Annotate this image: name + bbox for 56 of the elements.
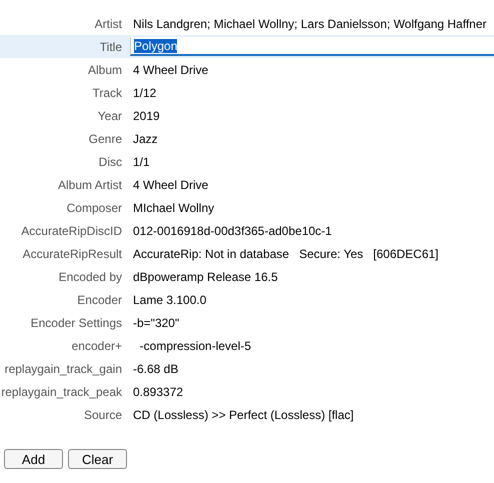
tag-label: AccurateRipDiscID — [20, 224, 122, 238]
tag-label: encoder+ — [70, 338, 122, 352]
tag-label: Track — [91, 86, 122, 100]
tag-label: AccurateRipResult — [22, 246, 122, 260]
tag-value: 1/12 — [133, 86, 156, 100]
tag-label: Artist — [94, 16, 122, 30]
tag-row[interactable]: Encoded by dBpoweramp Release 16.5 — [0, 265, 494, 288]
action-button[interactable]: Clear — [68, 449, 127, 469]
tag-label: Album — [86, 62, 122, 76]
tag-value: 0.893372 — [133, 384, 184, 398]
tag-value: -6.68 dB — [133, 362, 178, 376]
tag-label: Encoder — [76, 292, 122, 306]
tag-value: AccurateRip: Not in database Secure: Yes [606DEC61] — [133, 246, 439, 260]
tag-label: Title — [98, 40, 122, 54]
action-button[interactable]: Add — [4, 449, 63, 469]
tag-label: Album Artist — [56, 178, 122, 192]
tag-row[interactable]: replaygain_track_peak 0.893372 — [0, 380, 494, 403]
tag-row[interactable]: Title Polygon — [0, 35, 494, 58]
tag-value: Jazz — [133, 132, 158, 146]
tag-value: -b="320" — [133, 316, 180, 330]
tag-value: CD (Lossless) >> Perfect (Lossless) [flac] — [133, 408, 354, 422]
tag-label: replaygain_track_peak — [0, 384, 122, 398]
tag-row[interactable]: AccurateRipDiscID 012-0016918d-00d3f365-ad0be10c-1 — [0, 219, 494, 242]
tag-value: Nils Landgren; Michael Wollny; Lars Danielsson; Wolfgang Haffner — [133, 16, 487, 30]
tag-row[interactable]: Encoder Settings -b="320" — [0, 311, 494, 334]
input-field[interactable]: Polygon — [130, 37, 494, 56]
tag-row[interactable]: Album 4 Wheel Drive — [0, 58, 494, 81]
tag-label: Encoder Settings — [30, 316, 122, 330]
tag-label: Composer — [66, 200, 122, 214]
tag-row[interactable]: replaygain_track_gain -6.68 dB — [0, 357, 494, 380]
tag-row[interactable]: AccurateRipResult AccurateRip: Not in database Secure: Yes [606DEC61] — [0, 242, 494, 265]
tag-label: Encoded by — [58, 270, 122, 284]
tag-value: Lame 3.100.0 — [133, 292, 206, 306]
tag-value: MIchael Wollny — [133, 200, 214, 214]
tag-label: Genre — [88, 132, 122, 146]
tag-row[interactable]: encoder+ -compression-level-5 — [0, 334, 494, 357]
tag-value: 012-0016918d-00d3f365-ad0be10c-1 — [133, 224, 332, 238]
tag-row[interactable]: Genre Jazz — [0, 127, 494, 150]
tag-value: 2019 — [133, 108, 160, 122]
tag-row[interactable]: Disc 1/1 — [0, 150, 494, 173]
tag-value: 4 Wheel Drive — [133, 178, 208, 192]
tag-value: dBpoweramp Release 16.5 — [133, 270, 278, 284]
tag-value: 4 Wheel Drive — [133, 62, 208, 76]
tag-label: replaygain_track_gain — [4, 362, 122, 376]
tag-row[interactable]: Album Artist 4 Wheel Drive — [0, 173, 494, 196]
tag-row[interactable]: Artist Nils Landgren; Michael Wollny; Lars Danielsson; Wolfgang Haffner — [0, 12, 494, 35]
tag-value: -compression-level-5 — [138, 338, 252, 352]
tag-row[interactable]: Track 1/12 — [0, 81, 494, 104]
tag-label: Year — [96, 108, 122, 122]
tag-value: 1/1 — [133, 154, 150, 168]
tag-label: Disc — [98, 154, 122, 168]
tag-row[interactable]: Encoder Lame 3.100.0 — [0, 288, 494, 311]
tag-row[interactable]: Composer MIchael Wollny — [0, 196, 494, 219]
tag-row[interactable]: Year 2019 — [0, 104, 494, 127]
tag-row[interactable]: Source CD (Lossless) >> Perfect (Lossless) [flac] — [0, 403, 494, 426]
tag-label: Source — [82, 408, 122, 422]
